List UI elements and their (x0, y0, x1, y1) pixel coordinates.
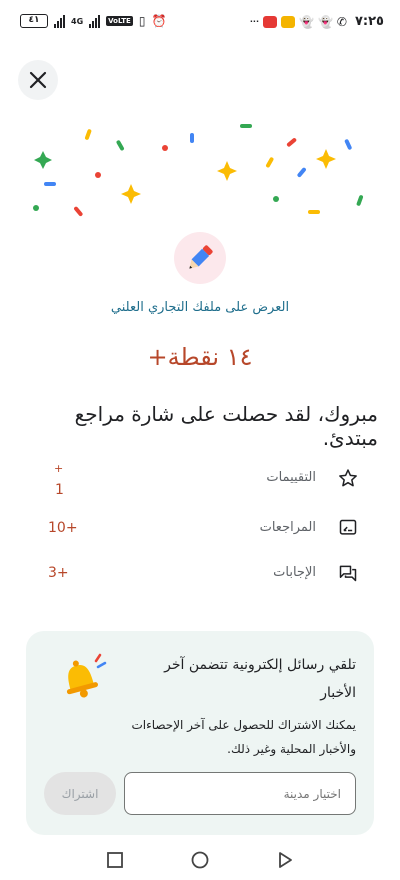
stat-value: 10+ (48, 520, 78, 536)
badge-avatar (174, 232, 226, 284)
stat-label: الإجابات (273, 565, 316, 580)
stat-row-answers: الإجابات 3+ (0, 553, 400, 597)
back-icon[interactable] (275, 850, 295, 870)
subscribe-button[interactable]: اشتراك (44, 772, 116, 815)
stat-value-prefix: + (54, 462, 64, 475)
pencil-icon (189, 245, 213, 269)
stat-label: المراجعات (259, 520, 316, 535)
whatsapp-icon: ✆ (336, 14, 347, 29)
close-icon (29, 71, 47, 89)
system-nav-bar (0, 840, 400, 880)
review-icon (339, 519, 357, 535)
recents-icon[interactable] (105, 850, 125, 870)
alarm-icon: ⏰ (151, 14, 167, 28)
status-bar: ٤١ 4G VoLTE ▯ ⏰ ··· 👻 👻 ✆ ٧:٢٥ (0, 0, 400, 48)
app-notification-icon (281, 15, 296, 28)
snapchat-icon: 👻 (317, 14, 333, 29)
congrats-message: مبروك، لقد حصلت على شارة مراجع مبتدئ. (74, 402, 378, 450)
points-earned: +١٤ نقطة (147, 343, 253, 371)
newsletter-title: تلقي رسائل إلكترونية تتضمن آخر الأخبار (164, 657, 356, 701)
stat-row-ratings: التقييمات + 1 (0, 458, 400, 502)
newsletter-description: يمكنك الاشتراك للحصول على آخر الإحصاءات … (131, 718, 356, 756)
app-notification-icon (263, 15, 278, 28)
home-icon[interactable] (190, 850, 210, 870)
stat-value: 3+ (48, 565, 69, 581)
star-icon (339, 469, 357, 487)
battery-icon: ٤١ (20, 14, 48, 28)
signal-icon (54, 14, 65, 28)
close-button[interactable] (18, 60, 58, 100)
volte-badge: VoLTE (106, 16, 133, 26)
city-select-input[interactable] (124, 772, 356, 815)
clock: ٧:٢٥ (354, 14, 384, 29)
answers-icon (339, 565, 357, 582)
status-left: ٤١ 4G VoLTE ▯ ⏰ (20, 14, 166, 28)
newsletter-card: تلقي رسائل إلكترونية تتضمن آخر الأخبار ي… (26, 631, 374, 835)
network-type: 4G (71, 16, 84, 26)
stat-label: التقييمات (266, 470, 316, 485)
bell-icon (66, 653, 107, 698)
vibrate-icon: ▯ (138, 14, 146, 28)
status-right: ··· 👻 👻 ✆ ٧:٢٥ (250, 14, 384, 29)
overflow-indicator: ··· (249, 17, 260, 26)
confetti-decoration (33, 124, 364, 217)
snapchat-icon: 👻 (299, 14, 314, 29)
signal-icon-2 (89, 14, 101, 28)
stat-row-reviews: المراجعات 10+ (0, 508, 400, 552)
public-profile-link[interactable]: العرض على ملفك التجاري العلني (0, 300, 400, 315)
stat-value: 1 (55, 482, 64, 498)
